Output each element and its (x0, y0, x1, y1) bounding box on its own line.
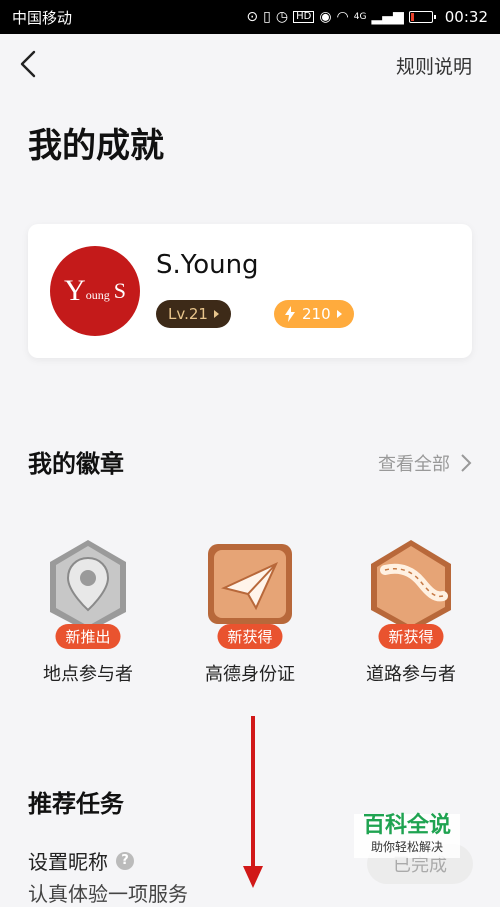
level-label: Lv.21 (168, 305, 208, 323)
eye-icon: ◉ (319, 9, 332, 25)
road-badge-icon: 新获得 (361, 536, 461, 649)
rules-link[interactable]: 规则说明 (396, 52, 472, 79)
view-all-label: 查看全部 (378, 454, 450, 475)
avatar[interactable]: Y oung S (50, 246, 140, 336)
badge-tag: 新推出 (55, 624, 121, 649)
chevron-right-icon (461, 454, 472, 472)
wifi-icon: ◠ (336, 9, 349, 25)
back-chevron-icon[interactable] (14, 48, 46, 80)
avatar-text: oung (85, 287, 110, 302)
annotation-arrow-icon (243, 716, 263, 888)
battery-icon (408, 11, 436, 23)
nav-bar: 规则说明 (0, 34, 500, 96)
clock: 00:32 (444, 8, 488, 26)
arrow-right-icon (336, 310, 342, 318)
avatar-letter: Y (64, 274, 86, 307)
points-badge[interactable]: 210 (274, 300, 354, 328)
view-all-link[interactable]: 查看全部 (378, 450, 472, 476)
level-badge[interactable]: Lv.21 (156, 300, 231, 328)
badge-item[interactable]: 新获得 道路参与者 (346, 536, 476, 686)
task-row: 认真体验一项服务 (28, 882, 188, 906)
badges-section-title: 我的徽章 (28, 450, 124, 478)
points-label: 210 (302, 305, 331, 323)
badge-item[interactable]: 新推出 地点参与者 (23, 536, 153, 686)
lightning-icon (285, 306, 295, 322)
carrier-label: 中国移动 (12, 8, 73, 27)
vibrate-icon: ▯ (263, 9, 271, 25)
badge-name: 道路参与者 (366, 664, 456, 685)
watermark-subtitle: 助你轻松解决 (370, 840, 443, 854)
badge-name: 地点参与者 (43, 664, 133, 685)
arrow-right-icon (213, 310, 219, 318)
profile-card: Y oung S S.Young Lv.21 210 (28, 224, 472, 358)
status-bar: 中国移动 ⊙ ▯ ◷ HD ◉ ◠ 4G ▂▄▆ 00:32 (0, 0, 500, 34)
location-icon: ⊙ (246, 9, 259, 25)
help-icon[interactable]: ? (116, 851, 134, 870)
task-row: 设置昵称 ? (28, 846, 134, 875)
alarm-icon: ◷ (275, 9, 289, 25)
watermark-title: 百科全说 (362, 813, 451, 838)
badge-tag: 新获得 (217, 624, 283, 649)
hd-icon: HD (293, 11, 315, 23)
signal-icon: ▂▄▆ (371, 9, 404, 25)
badge-name: 高德身份证 (205, 664, 295, 685)
status-icons: ⊙ ▯ ◷ HD ◉ ◠ 4G ▂▄▆ 00:32 (246, 8, 488, 26)
watermark-logo: 百科全说 助你轻松解决 (354, 814, 460, 858)
badge-tag: 新获得 (378, 624, 444, 649)
username: S.Young (156, 250, 259, 280)
page-title: 我的成就 (28, 126, 164, 166)
map-pin-badge-icon: 新推出 (38, 536, 138, 649)
task-label: 设置昵称 (28, 850, 108, 874)
paper-plane-badge-icon: 新获得 (200, 536, 300, 649)
network-label: 4G (353, 12, 367, 22)
avatar-letter-end: S (113, 278, 126, 303)
badge-item[interactable]: 新获得 高德身份证 (185, 536, 315, 686)
tasks-section-title: 推荐任务 (28, 790, 124, 818)
